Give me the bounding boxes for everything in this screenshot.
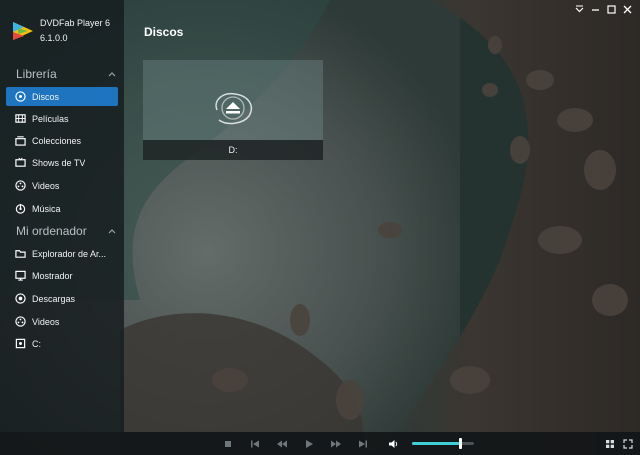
previous-icon[interactable]: [249, 438, 260, 449]
sidebar-item-label: Mostrador: [32, 270, 73, 281]
disc-thumbnail[interactable]: [143, 60, 323, 140]
sidebar-item-label: Videos: [32, 180, 60, 191]
chevron-up-icon: [108, 72, 116, 77]
volume-slider-fill: [412, 442, 461, 445]
fullscreen-icon[interactable]: [622, 438, 633, 449]
volume-icon[interactable]: [387, 438, 398, 449]
sidebar-item-peliculas[interactable]: Películas: [6, 109, 118, 128]
collection-icon: [14, 135, 26, 147]
disc-card[interactable]: D:: [143, 60, 323, 160]
minimize-icon[interactable]: [591, 5, 600, 14]
rewind-icon[interactable]: [276, 438, 287, 449]
film-icon: [14, 113, 26, 125]
disc-icon: [14, 91, 26, 103]
app-version: 6.1.0.0: [40, 33, 68, 43]
section-computer[interactable]: Mi ordenador: [16, 223, 116, 239]
close-icon[interactable]: [623, 5, 632, 14]
grid-view-icon[interactable]: [604, 438, 615, 449]
section-library-title: Librería: [16, 67, 57, 81]
sidebar-item-musica[interactable]: Música: [6, 199, 118, 218]
eject-icon[interactable]: [209, 88, 257, 128]
sidebar: DVDFab Player 6 6.1.0.0 Librería Discos …: [0, 0, 124, 432]
section-library[interactable]: Librería: [16, 66, 116, 82]
app-brand: DVDFab Player 6 6.1.0.0: [12, 16, 110, 46]
player-bar: [0, 432, 640, 455]
section-computer-title: Mi ordenador: [16, 224, 87, 238]
maximize-icon[interactable]: [607, 5, 616, 14]
sidebar-item-label: Videos: [32, 316, 60, 327]
fast-forward-icon[interactable]: [330, 438, 341, 449]
video-icon: [14, 316, 26, 328]
sidebar-item-label: Películas: [32, 113, 69, 124]
sidebar-item-videos[interactable]: Videos: [6, 176, 118, 195]
desktop-icon: [14, 270, 26, 282]
sidebar-item-label: Música: [32, 203, 61, 214]
sidebar-item-label: Shows de TV: [32, 157, 86, 168]
sidebar-item-drive-c[interactable]: C:: [6, 334, 118, 353]
next-icon[interactable]: [357, 438, 368, 449]
video-icon: [14, 180, 26, 192]
menu-icon[interactable]: [575, 5, 584, 14]
page-title: Discos: [144, 25, 184, 39]
sidebar-item-mostrador[interactable]: Mostrador: [6, 266, 118, 285]
chevron-up-icon: [108, 229, 116, 234]
sidebar-item-label: Descargas: [32, 293, 76, 304]
play-icon[interactable]: [303, 438, 314, 449]
music-icon: [14, 203, 26, 215]
sidebar-item-descargas[interactable]: Descargas: [6, 289, 118, 308]
sidebar-item-shows-de-tv[interactable]: Shows de TV: [6, 153, 118, 172]
sidebar-item-colecciones[interactable]: Colecciones: [6, 131, 118, 150]
sidebar-item-label: C:: [32, 338, 41, 349]
sidebar-item-label: Discos: [32, 91, 60, 102]
volume-slider[interactable]: [412, 438, 474, 449]
sidebar-item-discos[interactable]: Discos: [6, 87, 118, 106]
sidebar-item-explorador[interactable]: Explorador de Ar...: [6, 244, 118, 263]
download-icon: [14, 293, 26, 305]
folder-icon: [14, 248, 26, 260]
disc-label[interactable]: D:: [143, 140, 323, 160]
sidebar-item-label: Colecciones: [32, 135, 82, 146]
volume-slider-handle[interactable]: [459, 438, 463, 449]
tv-icon: [14, 157, 26, 169]
sidebar-item-videos-folder[interactable]: Videos: [6, 312, 118, 331]
app-name: DVDFab Player 6: [40, 18, 111, 28]
dvdfab-logo-icon: [13, 22, 33, 40]
sidebar-item-label: Explorador de Ar...: [32, 248, 107, 259]
window-controls: [575, 5, 632, 14]
drive-icon: [14, 338, 26, 350]
stop-icon[interactable]: [222, 438, 233, 449]
